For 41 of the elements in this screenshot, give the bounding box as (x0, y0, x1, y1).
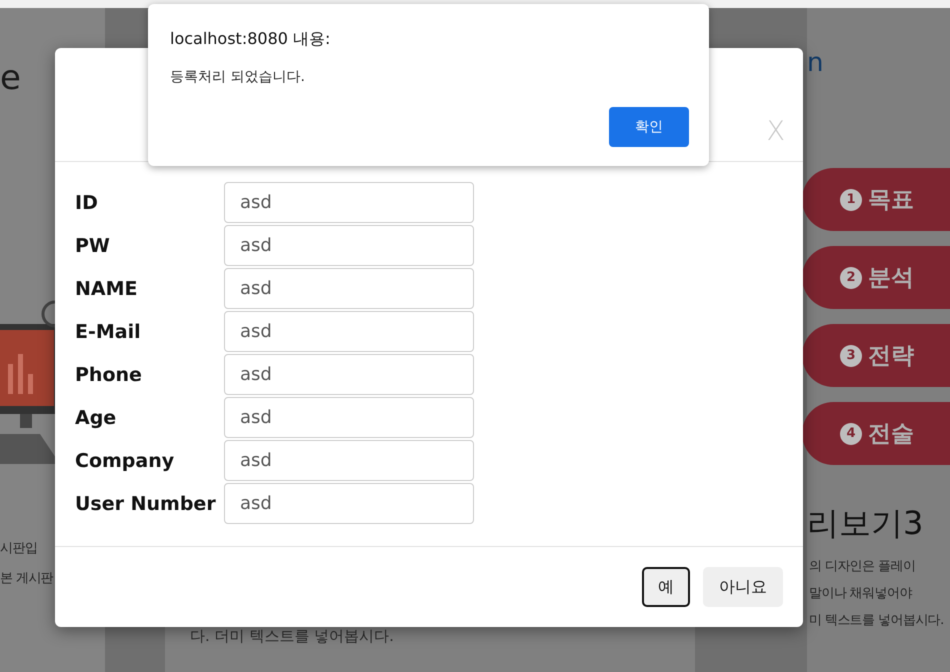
step-label: 전략 (868, 342, 914, 371)
field-label: NAME (75, 278, 138, 300)
step-number: 2 (840, 266, 862, 288)
alert-title: localhost:8080 내용: (170, 29, 332, 50)
step-pill[interactable]: 3 전략 (802, 324, 950, 387)
board-description: 본 게시판 (0, 570, 54, 588)
input-field[interactable]: asd (224, 440, 474, 481)
card-description: 다. 더미 텍스트를 넣어봅시다. (190, 627, 395, 646)
step-number: 3 (840, 344, 862, 366)
field-label: User Number (75, 492, 217, 514)
yes-button[interactable]: 예 (642, 567, 690, 607)
ok-button[interactable]: 확인 (609, 107, 689, 147)
preview-title: 리보기3 (807, 503, 924, 544)
input-field[interactable]: asd (224, 182, 474, 223)
step-label: 분석 (868, 264, 914, 293)
step-pill[interactable]: 1 목표 (802, 168, 950, 231)
field-label: E-Mail (75, 320, 142, 342)
alert-message: 등록처리 되었습니다. (170, 68, 306, 86)
step-label: 목표 (868, 186, 914, 215)
field-label: Company (75, 450, 176, 472)
step-number: 1 (840, 188, 862, 210)
input-field[interactable]: asd (224, 354, 474, 395)
step-number: 4 (840, 422, 862, 444)
input-field[interactable]: asd (224, 225, 474, 266)
step-label: 전술 (868, 420, 914, 449)
input-field[interactable]: asd (224, 397, 474, 438)
field-label: Age (75, 406, 118, 428)
input-field[interactable]: asd (224, 483, 474, 524)
no-button[interactable]: 아니요 (703, 567, 783, 607)
field-label: ID (75, 192, 99, 214)
preview-description: 말이나 채워넣어야 (809, 585, 914, 603)
preview-description: 의 디자인은 플레이 (809, 558, 916, 576)
input-field[interactable]: asd (224, 311, 474, 352)
field-label: Phone (75, 364, 143, 386)
preview-description: 미 텍스트를 넣어봅시다. (809, 612, 945, 630)
page-heading: e (0, 58, 22, 98)
step-pill[interactable]: 2 분석 (802, 246, 950, 309)
input-field[interactable]: asd (224, 268, 474, 309)
board-description: 시판입 (0, 540, 38, 558)
step-pill[interactable]: 4 전술 (802, 402, 950, 465)
field-label: PW (75, 234, 111, 256)
